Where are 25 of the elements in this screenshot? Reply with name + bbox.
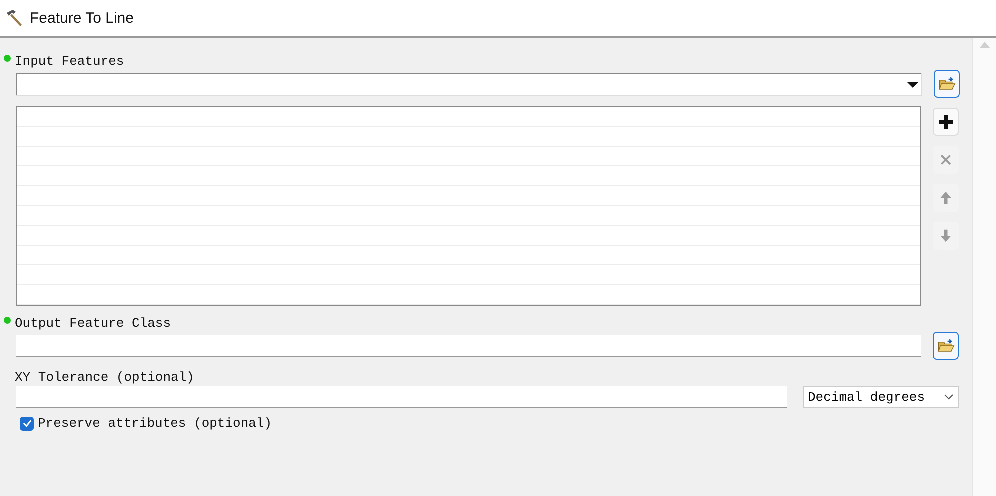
output-feature-class-field[interactable] [16, 335, 921, 357]
field-label: Output Feature Class [15, 316, 172, 330]
browse-folder-button[interactable] [934, 70, 960, 98]
unit-dropdown[interactable]: Decimal degrees [803, 386, 959, 408]
chevron-down-icon [944, 394, 954, 400]
input-features-list[interactable] [16, 106, 921, 306]
window-title: Feature To Line [30, 10, 134, 26]
checkbox[interactable] [20, 416, 34, 430]
up-arrow-icon [939, 190, 953, 206]
dropdown-arrow-icon [907, 82, 919, 88]
add-button[interactable] [933, 108, 959, 136]
plus-icon [938, 114, 954, 130]
xy-tolerance-field[interactable] [16, 386, 787, 408]
folder-icon [937, 337, 955, 355]
close-icon [939, 153, 953, 167]
folder-icon [938, 75, 956, 93]
hammer-icon [4, 8, 24, 28]
scrollbar[interactable] [972, 38, 996, 496]
input-features-combobox[interactable] [16, 72, 922, 96]
field-label: XY Tolerance (optional) [15, 370, 194, 384]
browse-folder-button[interactable] [933, 332, 959, 360]
scroll-up-arrow-icon[interactable] [978, 41, 990, 49]
field-label: Input Features [15, 54, 124, 68]
checkbox-label: Preserve attributes (optional) [38, 416, 272, 431]
down-arrow-icon [939, 228, 953, 244]
